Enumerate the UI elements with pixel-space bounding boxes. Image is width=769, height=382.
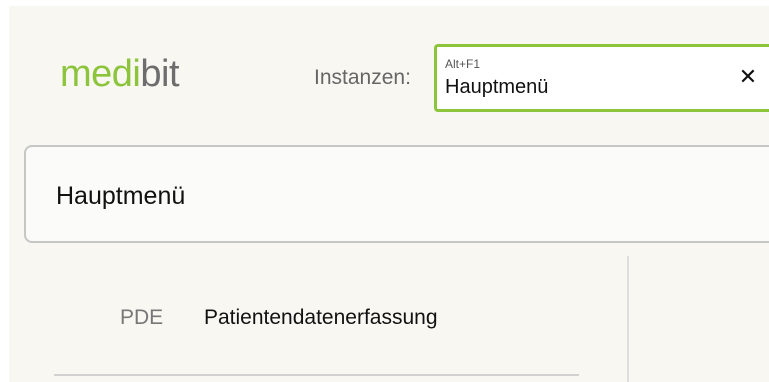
menu-title-panel: Hauptmenü bbox=[24, 145, 769, 243]
instance-shortcut-hint: Alt+F1 bbox=[445, 57, 481, 71]
instances-label: Instanzen: bbox=[314, 66, 411, 89]
close-icon[interactable]: ✕ bbox=[735, 65, 761, 91]
medibit-logo: medibit bbox=[60, 52, 180, 96]
logo-medi-text: medi bbox=[60, 53, 141, 95]
instance-selector-field[interactable]: Alt+F1 Hauptmenü ✕ bbox=[434, 44, 769, 112]
page-title: Hauptmenü bbox=[56, 182, 186, 210]
menu-item-pde[interactable]: PDE Patientendatenerfassung bbox=[54, 288, 584, 382]
menu-item-label: Patientendatenerfassung bbox=[204, 306, 438, 329]
menu-item-code: PDE bbox=[120, 306, 164, 329]
column-divider bbox=[627, 256, 629, 382]
instance-current-value[interactable]: Hauptmenü bbox=[445, 74, 548, 100]
app-window: medibit Instanzen: Alt+F1 Hauptmenü ✕ Ha… bbox=[9, 6, 769, 382]
logo-bit-text: bit bbox=[140, 53, 180, 95]
menu-item-separator bbox=[54, 374, 579, 376]
